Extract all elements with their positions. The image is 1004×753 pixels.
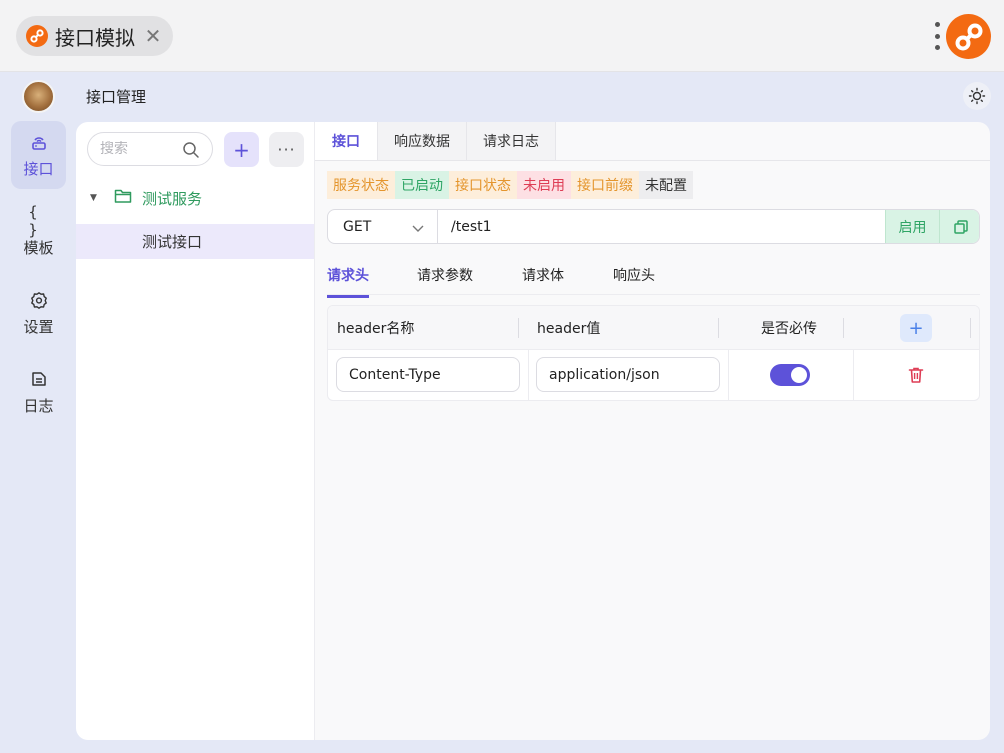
app-body: 接口 { } 模板 设置 日志 接口管理 搜索 + ··· ▼ 测试服务 测试接… [0,72,1004,753]
more-actions-button[interactable]: ··· [269,132,304,167]
column-divider[interactable] [718,318,719,338]
tab-request-params[interactable]: 请求参数 [417,265,473,295]
toggle-knob [791,367,807,383]
status-badge: 接口状态 [449,171,517,199]
table-header-row: header名称 header值 是否必传 + [328,306,979,350]
header-value-input[interactable] [536,357,720,392]
wifi-router-icon [29,132,49,152]
status-badges: 服务状态 已启动 接口状态 未启用 接口前缀 未配置 [327,171,693,199]
request-sub-tabs: 请求头 请求参数 请求体 响应头 [327,255,980,298]
search-input[interactable] [100,141,180,157]
brand-logo-icon [946,14,991,59]
table-row [328,350,979,400]
column-divider[interactable] [518,318,519,338]
tab-request-headers[interactable]: 请求头 [327,265,369,298]
window-tab-title: 接口模拟 [55,25,135,50]
sidebar-item-api[interactable]: 接口 [11,121,66,189]
tab-request-body[interactable]: 请求体 [522,265,564,295]
braces-icon: { } [28,202,38,239]
folder-icon [114,188,132,208]
status-badge: 未配置 [639,171,693,199]
gear-icon [29,290,49,310]
column-divider[interactable] [843,318,844,338]
trash-icon[interactable] [907,366,925,384]
sidebar-item-label: 模板 [23,238,54,257]
column-header-value: header值 [537,321,601,337]
sidebar-item-template[interactable]: { } 模板 [11,200,66,268]
required-toggle[interactable] [770,364,810,386]
column-header-required: 是否必传 [761,321,817,337]
column-divider[interactable] [970,318,971,338]
url-input[interactable] [439,210,884,243]
enable-button[interactable]: 启用 [885,210,939,243]
search-box[interactable] [87,132,213,166]
main-tab-bar: 接口 响应数据 请求日志 [315,122,990,161]
main-panel: 接口 响应数据 请求日志 服务状态 已启动 接口状态 未启用 接口前缀 未配置 … [315,122,990,740]
window-tab[interactable]: 接口模拟 ✕ [16,16,173,56]
tree-folder-item[interactable]: ▼ 测试服务 [76,182,314,214]
headers-table: header名称 header值 是否必传 + [327,305,980,401]
status-badge: 未启用 [517,171,571,199]
tab-request-log[interactable]: 请求日志 [467,122,556,160]
request-url-bar: GET 启用 [327,209,980,244]
tab-response-data[interactable]: 响应数据 [378,122,467,160]
method-select[interactable]: GET [328,210,438,243]
method-value: GET [343,218,372,235]
page-title: 接口管理 [86,88,147,106]
tab-api[interactable]: 接口 [315,122,378,160]
column-header-name: header名称 [337,321,415,337]
caret-down-icon[interactable]: ▼ [90,193,102,203]
sidebar: 接口 { } 模板 设置 日志 [0,72,76,753]
add-header-button[interactable]: + [900,314,932,342]
theme-toggle-sun-icon[interactable] [963,82,991,110]
sidebar-item-label: 日志 [23,396,54,415]
copy-icon[interactable] [939,210,979,243]
more-options-icon[interactable] [930,22,944,50]
window-title-bar: 接口模拟 ✕ [0,0,1004,72]
cell-divider [728,350,729,400]
status-badge: 服务状态 [327,171,395,199]
sidebar-item-label: 设置 [23,317,54,336]
chevron-down-icon [411,221,425,237]
sidebar-item-log[interactable]: 日志 [11,358,66,426]
tab-response-headers[interactable]: 响应头 [613,265,655,295]
cell-divider [853,350,854,400]
status-badge: 已启动 [395,171,449,199]
header-name-input[interactable] [336,357,520,392]
avatar[interactable] [22,80,55,113]
cell-divider [528,350,529,400]
sidebar-item-settings[interactable]: 设置 [11,279,66,347]
tree-folder-label: 测试服务 [142,189,203,208]
app-logo-icon [26,25,48,47]
add-service-button[interactable]: + [224,132,259,167]
search-icon[interactable] [182,141,200,163]
sidebar-item-label: 接口 [23,159,54,178]
status-badge: 接口前缀 [571,171,639,199]
tree-leaf-item[interactable]: 测试接口 [76,224,314,259]
log-icon [29,369,49,389]
close-icon[interactable]: ✕ [143,26,163,46]
api-tree-panel: + ··· ▼ 测试服务 测试接口 [76,122,315,740]
